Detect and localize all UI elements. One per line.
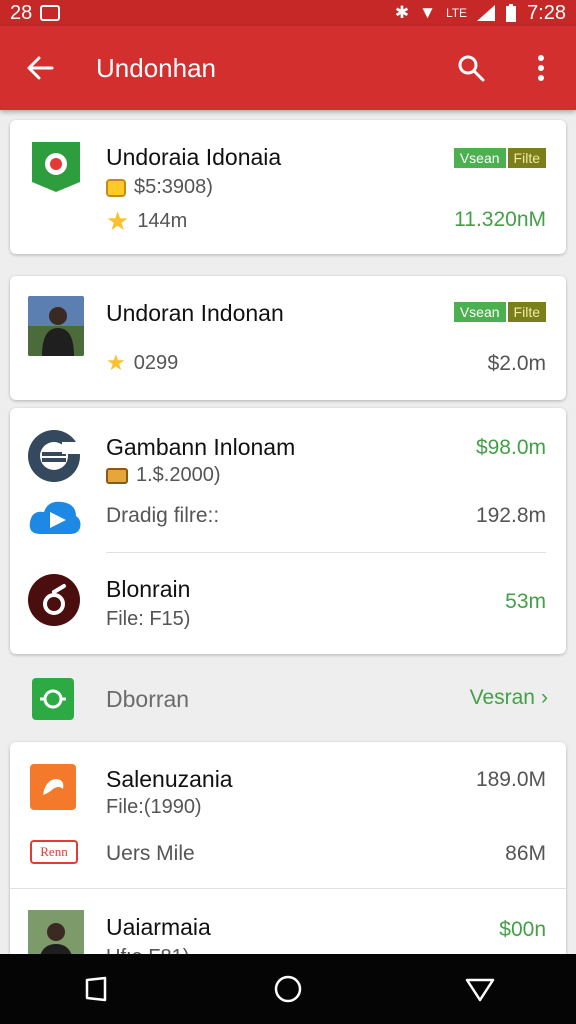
recents-square-icon <box>85 976 107 1002</box>
coin-icon <box>106 178 126 197</box>
recents-button[interactable] <box>46 954 146 1024</box>
item-amount: 189.0M <box>475 768 546 791</box>
chevron-right-icon: › <box>541 686 548 709</box>
section-link[interactable]: Vesran › <box>470 686 548 710</box>
back-nav-button[interactable] <box>430 954 530 1024</box>
list-item[interactable]: Uaiarmaia Uf:e F81) $00n <box>10 892 566 954</box>
section-header[interactable]: Dborran Vesran › <box>0 660 576 740</box>
item-name: Undoran Indonan <box>106 300 284 326</box>
status-bar: 28 ✱ ▼ LTE 7:28 <box>0 0 576 26</box>
item-subtitle: $5:3908) <box>106 176 213 199</box>
tag-icon <box>106 467 128 484</box>
list-card[interactable]: Undoran Indonan Vsean Filte ★ 0299 $2.0m <box>10 276 566 400</box>
item-subtitle: File:(1990) <box>106 796 202 818</box>
list-item[interactable]: Dradig filre:: 192.8m <box>10 494 566 544</box>
item-sub-value: $5:3908) <box>134 176 213 198</box>
file-badge: Filte <box>507 148 546 168</box>
star-icon: ★ <box>106 206 130 236</box>
item-name: Uers Mile <box>106 842 195 865</box>
item-rating: ★ 144m <box>106 206 187 237</box>
content-list[interactable]: Undoraia Idonaia $5:3908) ★ 144m Vsean F… <box>0 110 576 954</box>
list-item[interactable]: Gambann Inlonam 1.$.2000) $98.0m <box>10 408 566 487</box>
cloud-icon <box>28 498 82 536</box>
person-photo-avatar <box>28 296 84 356</box>
item-name: Gambann Inlonam <box>106 434 296 460</box>
list-item[interactable]: Blonrain File: F15) 53m <box>10 558 566 654</box>
version-badge: Vsean <box>453 148 506 168</box>
item-name: Blonrain <box>106 576 191 602</box>
currency-icon <box>26 428 82 484</box>
item-name: Dradig filre:: <box>106 504 220 527</box>
item-name: Uaiarmaia <box>106 914 211 940</box>
item-amount: 86M <box>505 842 546 865</box>
list-item[interactable]: Renn Uers Mile 86M <box>10 838 566 888</box>
back-button[interactable] <box>0 26 80 110</box>
overflow-menu-button[interactable] <box>506 26 576 110</box>
person-photo-avatar <box>28 910 84 954</box>
status-clock-short: 28 <box>10 1 33 24</box>
back-triangle-icon <box>465 978 495 1002</box>
list-card[interactable]: Gambann Inlonam 1.$.2000) $98.0m Dradig … <box>10 408 566 654</box>
item-amount: 11.320nM <box>454 208 546 231</box>
navigation-bar <box>0 954 576 1024</box>
home-circle-icon <box>274 975 302 1003</box>
signal-icon <box>477 5 496 21</box>
home-button[interactable] <box>238 954 338 1024</box>
app-shield-icon <box>32 142 80 192</box>
divider <box>10 888 566 889</box>
battery-icon <box>506 4 517 22</box>
section-link-label: Vesran <box>469 686 535 709</box>
item-amount: 53m <box>505 590 546 613</box>
badge-group: Vsean Filte <box>453 302 546 322</box>
version-badge: Vsean <box>453 302 506 322</box>
wifi-icon: ▼ <box>419 3 436 22</box>
list-card[interactable]: Salenuzania File:(1990) 189.0M Renn Uers… <box>10 742 566 954</box>
divider <box>106 552 546 553</box>
app-orange-icon <box>30 764 76 810</box>
item-subtitle: 1.$.2000) <box>106 464 221 487</box>
item-amount: $98.0m <box>475 436 546 459</box>
media-icon <box>28 574 80 626</box>
item-rating: ★ 0299 <box>106 350 178 376</box>
item-amount: $2.0m <box>487 352 546 375</box>
section-title: Dborran <box>106 686 190 712</box>
item-name: Undoraia Idonaia <box>106 144 282 170</box>
badge-group: Vsean Filte <box>453 148 546 168</box>
list-card[interactable]: Undoraia Idonaia $5:3908) ★ 144m Vsean F… <box>10 120 566 254</box>
bluetooth-icon: ✱ <box>394 3 410 22</box>
tag-badge: Renn <box>30 840 78 864</box>
item-amount: $00n <box>499 918 546 941</box>
star-icon: ★ <box>106 350 126 375</box>
item-sub-value: 1.$.2000) <box>136 464 221 486</box>
search-icon <box>458 55 485 82</box>
search-button[interactable] <box>436 26 506 110</box>
network-type-label: LTE <box>445 6 468 20</box>
page-title: Undonhan <box>96 52 216 83</box>
status-time: 7:28 <box>527 1 566 24</box>
item-amount: 192.8m <box>475 504 546 527</box>
item-subtitle: Uf:e F81) <box>106 946 189 954</box>
rating-value: 0299 <box>133 351 179 374</box>
file-badge: Filte <box>507 302 546 322</box>
more-vert-icon <box>538 55 544 81</box>
app-bar: Undonhan <box>0 26 576 110</box>
plug-icon <box>32 678 74 720</box>
item-name: Salenuzania <box>106 766 233 792</box>
item-subtitle: File: F15) <box>106 608 191 630</box>
arrow-back-icon <box>27 56 54 80</box>
notification-icon <box>40 5 61 21</box>
rating-value: 144m <box>137 210 188 232</box>
list-item[interactable]: Salenuzania File:(1990) 189.0M <box>10 742 566 828</box>
